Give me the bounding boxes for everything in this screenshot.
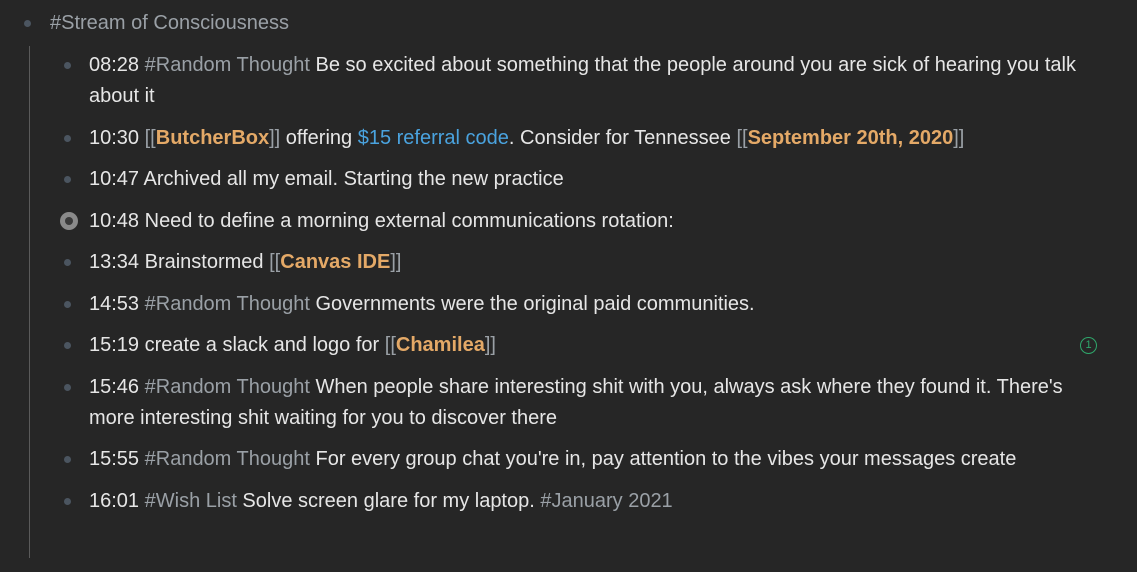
block-content: . Consider for Tennessee [508,126,737,149]
root-bullet-icon[interactable] [24,19,31,27]
block-content: Governments were the original paid commu… [309,292,755,315]
root-block-title[interactable]: #Stream of Consciousness [50,12,289,35]
block-content: Archived all my email. Starting the new … [139,168,564,190]
link-close-bracket: ]] [390,251,402,273]
block-text[interactable]: 13:34 Brainstormed [[Canvas IDE]] [89,247,1100,278]
block-bullet-wrap[interactable] [60,123,89,154]
block-text[interactable]: 08:28 #Random Thought Be so excited abou… [89,50,1100,112]
block-item[interactable]: 08:28 #Random Thought Be so excited abou… [60,50,1100,112]
block-item[interactable]: 15:19 create a slack and logo for [[Cham… [60,330,1100,361]
page-link-date[interactable]: September 20th, 2020 [748,127,954,149]
block-text[interactable]: 10:47 Archived all my email. Starting th… [89,164,1100,195]
block-item[interactable]: 16:01 #Wish List Solve screen glare for … [60,486,1100,517]
block-item[interactable]: 15:55 #Random Thought For every group ch… [60,444,1100,475]
block-content: offering [280,126,358,149]
root-block[interactable]: #Stream of Consciousness [24,8,289,38]
page-link-canvas-ide[interactable]: Canvas IDE [280,251,390,273]
tag-link[interactable]: #Random Thought [145,293,310,315]
block-bullet-wrap[interactable] [60,372,89,403]
block-item[interactable]: 10:47 Archived all my email. Starting th… [60,164,1100,195]
tag-link[interactable]: #Random Thought [145,376,310,398]
bullet-icon[interactable] [64,62,71,69]
link-open-bracket: [[ [269,251,281,273]
block-time: 16:01 [89,489,140,512]
block-time: 15:55 [89,448,140,470]
page-link-butcherbox[interactable]: ButcherBox [156,127,269,149]
link-close-bracket: ]] [484,334,496,356]
block-content: Brainstormed [139,251,270,273]
child-block-list: 08:28 #Random Thought Be so excited abou… [60,50,1100,527]
link-open-bracket: [[ [736,126,748,149]
bullet-icon[interactable] [64,383,71,391]
link-close-bracket: ]] [953,126,965,149]
block-text[interactable]: 16:01 #Wish List Solve screen glare for … [89,486,1100,517]
tag-link[interactable]: #Random Thought [145,448,310,470]
block-time: 13:34 [89,251,140,273]
tag-link[interactable]: #Random Thought [145,54,310,76]
bullet-icon[interactable] [64,497,71,505]
block-text[interactable]: 10:48 Need to define a morning external … [89,206,1100,237]
block-content: Need to define a morning external commun… [139,209,674,232]
block-bullet-wrap[interactable] [60,289,89,320]
bullet-icon[interactable] [64,259,71,266]
block-time: 15:19 [89,334,140,356]
block-time: 10:48 [89,209,140,232]
block-text[interactable]: 15:19 create a slack and logo for [[Cham… [89,330,1100,361]
block-text[interactable]: 10:30 [[ButcherBox]] offering $15 referr… [89,123,1100,154]
block-bullet-wrap[interactable] [60,50,89,81]
block-time: 10:47 [89,168,140,190]
block-item-collapsed[interactable]: 10:48 Need to define a morning external … [60,206,1100,237]
block-item[interactable]: 13:34 Brainstormed [[Canvas IDE]] [60,247,1100,278]
tag-link[interactable]: #January 2021 [540,490,672,512]
block-text[interactable]: 14:53 #Random Thought Governments were t… [89,289,1100,320]
block-time: 15:46 [89,375,140,398]
block-bullet-wrap[interactable] [60,164,89,195]
collapsed-bullet-icon[interactable] [60,212,78,230]
block-bullet-wrap[interactable] [60,444,89,475]
block-content: Solve screen glare for my laptop. [236,489,541,512]
bullet-icon[interactable] [64,300,71,308]
block-item[interactable]: 14:53 #Random Thought Governments were t… [60,289,1100,320]
bullet-icon[interactable] [64,342,71,349]
bullet-icon[interactable] [64,456,71,463]
reference-count-badge[interactable]: 1 [1080,337,1097,354]
block-text[interactable]: 15:46 #Random Thought When people share … [89,372,1100,434]
block-bullet-wrap[interactable] [60,206,89,237]
block-content: create a slack and logo for [139,334,385,356]
block-item[interactable]: 15:46 #Random Thought When people share … [60,372,1100,434]
block-text[interactable]: 15:55 #Random Thought For every group ch… [89,444,1100,475]
bullet-icon[interactable] [64,134,71,142]
external-link[interactable]: $15 referral code [358,127,509,149]
tag-link[interactable]: #Wish List [145,490,237,512]
link-close-bracket: ]] [269,126,281,149]
block-item[interactable]: 10:30 [[ButcherBox]] offering $15 referr… [60,123,1100,154]
link-open-bracket: [[ [144,126,156,149]
block-bullet-wrap[interactable] [60,486,89,517]
bullet-icon[interactable] [64,176,71,183]
block-bullet-wrap[interactable] [60,330,89,361]
block-time: 10:30 [89,126,140,149]
block-bullet-wrap[interactable] [60,247,89,278]
thread-line[interactable] [29,46,30,558]
page-link-chamilea[interactable]: Chamilea [396,334,485,356]
link-open-bracket: [[ [384,334,396,356]
block-time: 14:53 [89,292,140,315]
block-time: 08:28 [89,54,140,76]
block-content: For every group chat you're in, pay atte… [309,448,1017,470]
